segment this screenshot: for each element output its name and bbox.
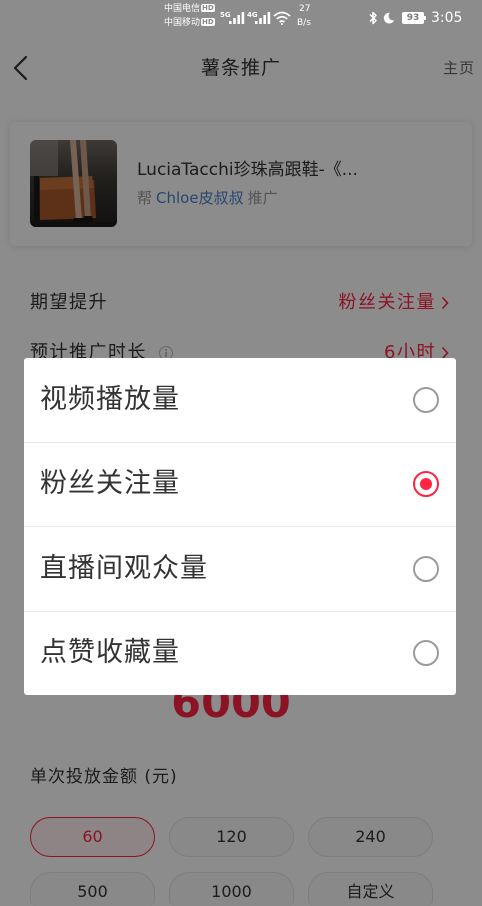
net-speed-value: 27 xyxy=(299,4,311,14)
radio-button[interactable] xyxy=(413,471,439,498)
net-speed-unit: B/s xyxy=(297,18,311,28)
signal-icon xyxy=(255,12,271,24)
hd-badge: HD xyxy=(201,4,215,12)
signal-icon xyxy=(229,12,245,24)
status-bar: 中国电信 HD 中国移动 HD 5G 4G 27 B/s 93 3:05 xyxy=(0,0,482,36)
carrier-bottom-label: 中国移动 xyxy=(164,18,201,28)
wifi-icon xyxy=(273,11,291,25)
battery-icon: 93 xyxy=(402,12,424,24)
goal-option-followers[interactable]: 粉丝关注量 xyxy=(24,441,456,527)
goal-option-live-viewers[interactable]: 直播间观众量 xyxy=(24,526,456,611)
hd-badge: HD xyxy=(201,18,215,26)
radio-dot xyxy=(420,478,432,491)
bluetooth-icon xyxy=(369,11,377,25)
radio-button[interactable] xyxy=(413,640,439,667)
carrier-bottom: 中国移动 HD xyxy=(164,18,215,29)
clock: 3:05 xyxy=(431,10,463,26)
radio-button[interactable] xyxy=(413,386,439,413)
goal-option-label: 粉丝关注量 xyxy=(40,468,180,500)
carrier-top: 中国电信 HD xyxy=(164,4,215,15)
radio-button[interactable] xyxy=(413,555,439,582)
goal-option-label: 直播间观众量 xyxy=(40,552,208,584)
goal-option-label: 点赞收藏量 xyxy=(40,637,180,669)
goal-option-label: 视频播放量 xyxy=(40,383,180,415)
battery-tip xyxy=(424,16,426,20)
goal-option-likes-saves[interactable]: 点赞收藏量 xyxy=(24,610,456,696)
goal-option-video-views[interactable]: 视频播放量 xyxy=(24,358,456,442)
goal-picker-dialog: 视频播放量 粉丝关注量 直播间观众量 点赞收藏量 xyxy=(24,358,456,695)
carrier-top-label: 中国电信 xyxy=(164,4,201,14)
moon-icon xyxy=(383,12,395,24)
